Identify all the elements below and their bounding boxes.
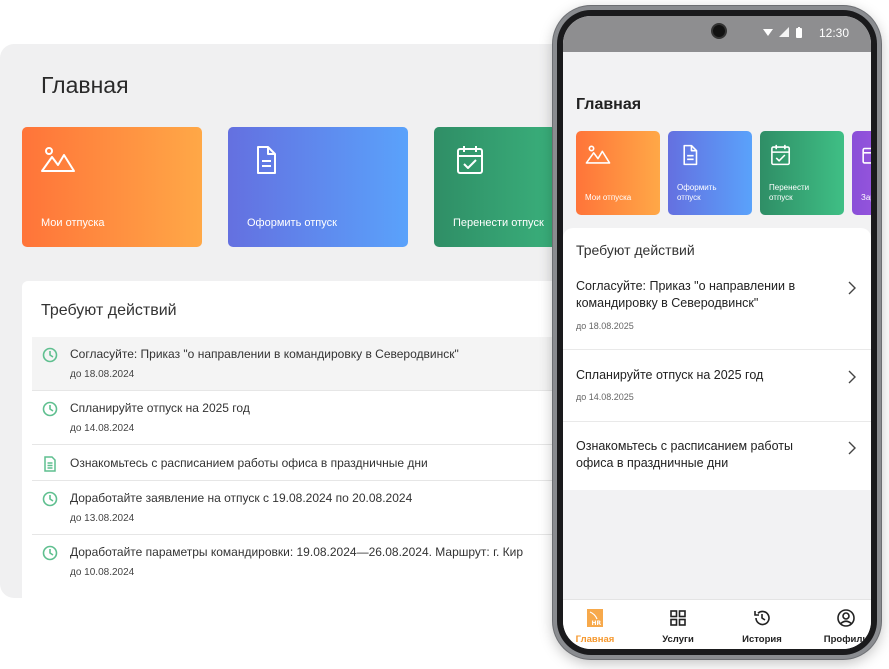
clock-icon	[42, 545, 58, 561]
signal-battery-icon	[763, 27, 802, 38]
chevron-right-icon	[848, 281, 856, 295]
grid-icon	[670, 610, 686, 626]
action-row[interactable]: Доработайте заявление на отпуск с 19.08.…	[32, 481, 600, 535]
card-label: Оформить	[677, 183, 717, 192]
desktop-panel: Главная Мои отпуска Оформить отпуск Пере…	[0, 44, 600, 598]
phone-bezel: 12:30 Главная Мои отпуска Оформить отпус…	[557, 10, 877, 655]
tab-label: Услуги	[662, 634, 694, 645]
action-date: до 14.08.2024	[70, 423, 135, 434]
clock-icon	[42, 491, 58, 507]
action-text: Ознакомьтесь с расписанием работы офиса …	[576, 439, 793, 470]
action-row[interactable]: Ознакомьтесь с расписанием работы офиса …	[32, 445, 600, 481]
clock-icon	[42, 401, 58, 417]
card-icon	[862, 147, 871, 164]
calendar-check-icon	[771, 144, 791, 166]
actions-title: Требуют действий	[41, 302, 177, 319]
history-icon	[754, 610, 770, 626]
action-date: до 18.08.2024	[70, 369, 135, 380]
card-label: Мои отпуска	[585, 193, 632, 202]
card-label: Перенести отпуск	[453, 217, 544, 229]
action-text: Доработайте параметры командировки: 19.0…	[70, 545, 524, 559]
status-time: 12:30	[818, 26, 849, 40]
tab-label: Профиль	[823, 634, 869, 645]
card-label: Зар	[861, 193, 871, 202]
card-label: отпуск	[769, 193, 793, 202]
action-row[interactable]: Согласуйте: Приказ "о направлении в кома…	[32, 337, 600, 391]
card-my-vacations[interactable]: Мои отпуска	[22, 127, 202, 247]
chevron-right-icon	[848, 441, 856, 455]
action-row[interactable]: Ознакомьтесь с расписанием работы офиса …	[563, 422, 871, 490]
action-date: до 14.08.2025	[576, 392, 634, 402]
svg-text:HR: HR	[592, 620, 602, 627]
phone-frame: 12:30 Главная Мои отпуска Оформить отпус…	[553, 6, 881, 659]
action-row[interactable]: Согласуйте: Приказ "о направлении в кома…	[563, 266, 871, 350]
actions-panel: Требуют действий Согласуйте: Приказ "о н…	[22, 281, 600, 598]
action-text: Спланируйте отпуск на 2025 год	[70, 401, 250, 415]
action-row[interactable]: Спланируйте отпуск на 2025 год до 14.08.…	[32, 391, 600, 445]
action-date: до 10.08.2024	[70, 567, 135, 578]
actions-title: Требуют действий	[576, 242, 695, 258]
tab-home[interactable]: HR Главная	[563, 608, 630, 645]
profile-icon	[837, 609, 855, 627]
action-row[interactable]: Спланируйте отпуск на 2025 год до 14.08.…	[563, 350, 871, 422]
bottom-tab-bar: HR Главная Услуги История Профиль	[563, 599, 871, 649]
action-text: Согласуйте: Приказ "о направлении в кома…	[70, 347, 459, 361]
hr-logo-icon: HR	[587, 609, 603, 627]
document-icon	[683, 144, 698, 166]
card-reschedule-vacation[interactable]: Перенести отпуск	[760, 131, 844, 215]
tab-services[interactable]: Услуги	[643, 608, 713, 645]
action-text: Согласуйте: Приказ "о направлении в кома…	[576, 279, 796, 310]
action-row[interactable]: Доработайте параметры командировки: 19.0…	[32, 535, 600, 591]
card-salary[interactable]: Зар	[852, 131, 871, 215]
action-text: Доработайте заявление на отпуск с 19.08.…	[70, 491, 413, 505]
tab-label: Главная	[575, 634, 615, 645]
chevron-right-icon	[848, 370, 856, 384]
mountain-icon	[41, 147, 75, 172]
document-icon	[44, 456, 56, 472]
card-my-vacations[interactable]: Мои отпуска	[576, 131, 660, 215]
document-icon	[257, 146, 276, 174]
card-apply-vacation[interactable]: Оформить отпуск	[228, 127, 408, 247]
camera-icon	[711, 23, 727, 39]
card-label: отпуск	[677, 193, 701, 202]
card-label: Оформить отпуск	[247, 217, 337, 229]
action-text: Ознакомьтесь с расписанием работы офиса …	[70, 456, 428, 470]
tab-label: История	[742, 634, 782, 645]
action-date: до 18.08.2025	[576, 321, 634, 331]
card-apply-vacation[interactable]: Оформить отпуск	[668, 131, 752, 215]
page-title: Главная	[576, 96, 642, 113]
page-title: Главная	[41, 72, 129, 98]
action-text: Спланируйте отпуск на 2025 год	[576, 368, 764, 382]
mountain-icon	[585, 145, 611, 164]
action-date: до 13.08.2024	[70, 513, 135, 524]
clock-icon	[42, 347, 58, 363]
card-label: Мои отпуска	[41, 217, 105, 229]
status-bar: 12:30	[563, 16, 871, 52]
phone-screen: 12:30 Главная Мои отпуска Оформить отпус…	[563, 16, 871, 649]
calendar-check-icon	[457, 146, 483, 174]
tab-history[interactable]: История	[727, 608, 797, 645]
tab-profile[interactable]: Профиль	[811, 608, 871, 645]
card-label: Перенести	[769, 183, 810, 192]
actions-panel: Требуют действий Согласуйте: Приказ "о н…	[563, 228, 871, 490]
